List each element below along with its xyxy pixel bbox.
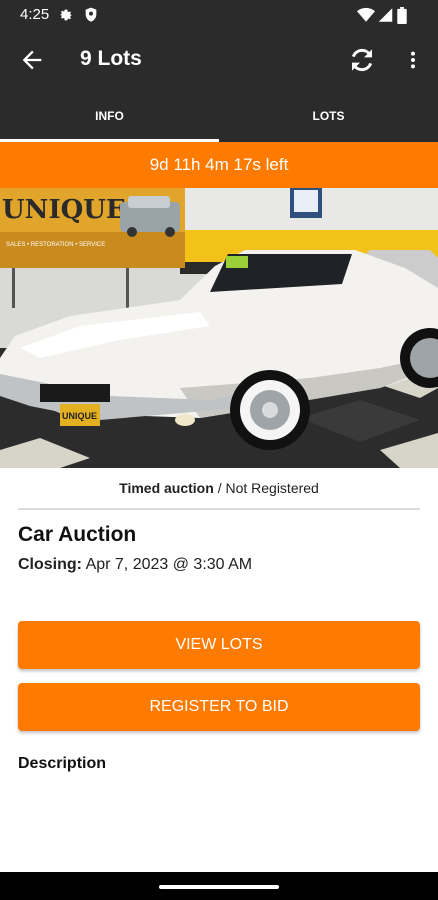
- settings-gear-icon: [60, 9, 72, 21]
- page-title: 9 Lots: [80, 47, 142, 70]
- register-to-bid-button[interactable]: REGISTER TO BID: [18, 683, 420, 731]
- sign-subtext: SALES • RESTORATION • SERVICE: [6, 242, 105, 248]
- auction-hero-image[interactable]: UNIQUE SALES • RESTORATION • SERVICE UNI…: [0, 188, 438, 468]
- battery-icon: [397, 7, 407, 24]
- auction-title: Car Auction: [18, 523, 137, 546]
- tab-bar: INFO LOTS: [0, 90, 438, 142]
- back-arrow-icon[interactable]: [18, 46, 46, 74]
- app-bar: 9 Lots: [0, 30, 438, 90]
- more-vert-icon[interactable]: [402, 46, 424, 74]
- wifi-icon: [357, 7, 375, 22]
- closing-value: Apr 7, 2023 @ 3:30 AM: [85, 556, 253, 573]
- refresh-icon[interactable]: [346, 44, 378, 76]
- car-photo: UNIQUE SALES • RESTORATION • SERVICE UNI…: [0, 188, 438, 468]
- closing-date: Closing: Apr 7, 2023 @ 3:30 AM: [18, 556, 252, 574]
- closing-label: Closing:: [18, 556, 82, 573]
- signal-icon: [378, 8, 393, 22]
- registration-state: / Not Registered: [217, 480, 319, 496]
- description-heading: Description: [18, 755, 107, 772]
- countdown-banner: 9d 11h 4m 17s left: [0, 142, 438, 188]
- sign-logo-text: UNIQUE: [2, 195, 126, 225]
- auction-type: Timed auction: [119, 480, 214, 496]
- system-nav-bar: [0, 872, 438, 900]
- status-bar: 4:25: [0, 0, 438, 30]
- view-lots-button[interactable]: VIEW LOTS: [18, 621, 420, 669]
- tab-info[interactable]: INFO: [0, 90, 219, 142]
- shield-icon: [85, 7, 97, 22]
- registration-status: Timed auction / Not Registered: [0, 480, 438, 496]
- plate-text: UNIQUE: [62, 411, 97, 421]
- tab-lots[interactable]: LOTS: [219, 90, 438, 142]
- status-time: 4:25: [20, 6, 50, 23]
- auction-info-panel: Timed auction / Not Registered Car Aucti…: [0, 468, 438, 872]
- home-gesture-handle[interactable]: [159, 885, 279, 889]
- divider: [18, 508, 420, 510]
